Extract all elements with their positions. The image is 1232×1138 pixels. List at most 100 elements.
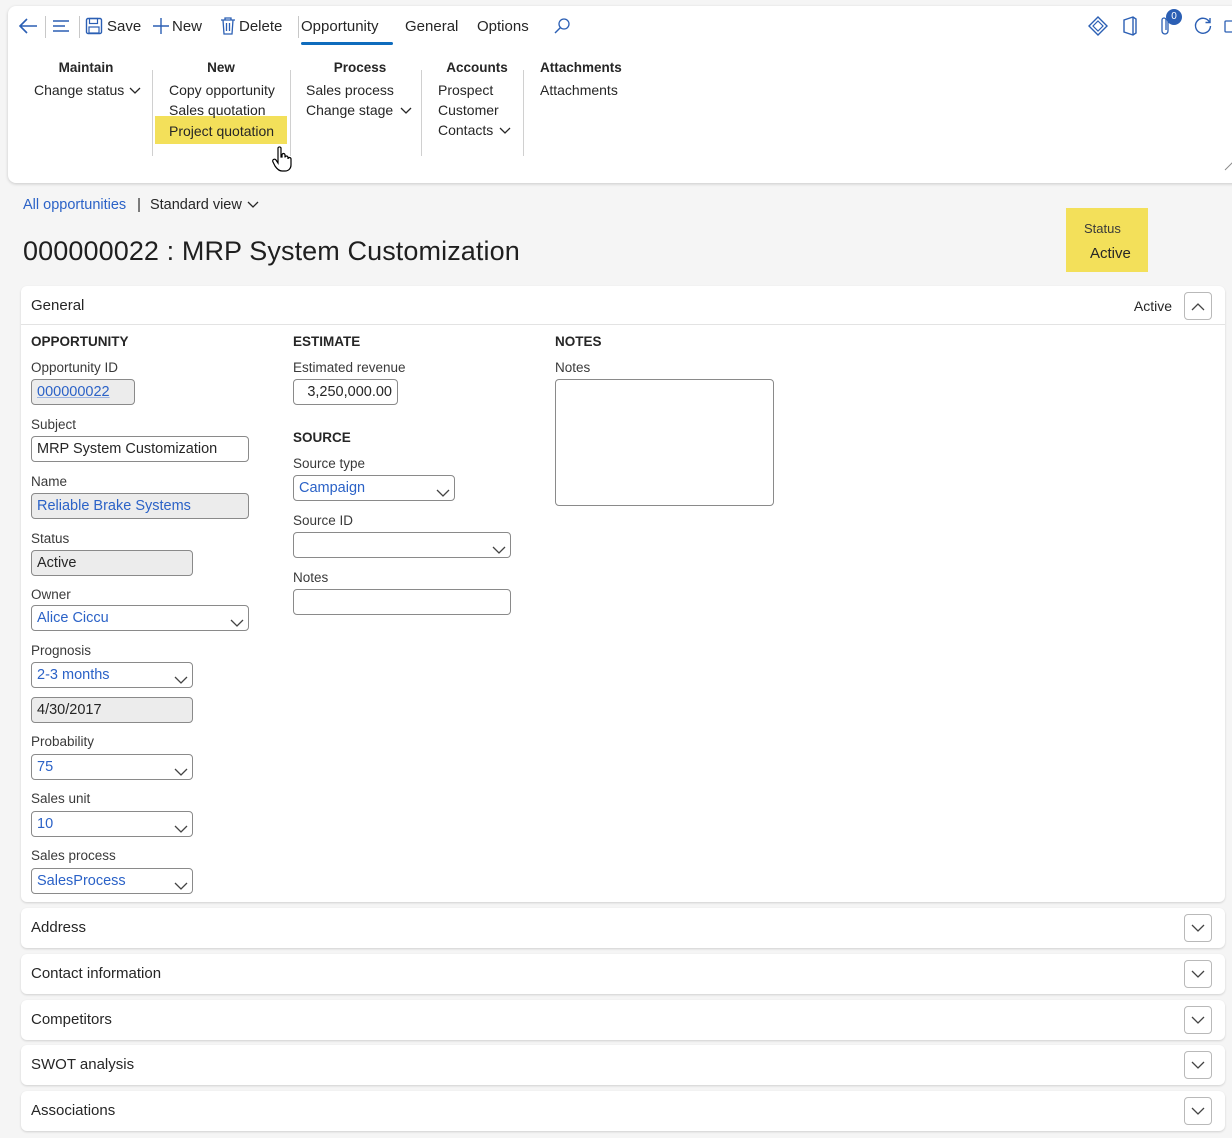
prognosis-dropdown[interactable]: 2-3 months bbox=[31, 662, 193, 688]
menu-toggle-button[interactable] bbox=[51, 14, 71, 38]
change-stage-label: Change stage bbox=[306, 102, 394, 118]
change-stage-menu[interactable]: Change stage bbox=[306, 100, 414, 120]
prognosis-value: 2-3 months bbox=[37, 667, 110, 683]
active-tab-indicator bbox=[301, 42, 393, 45]
power-apps-button[interactable] bbox=[1088, 14, 1108, 38]
source-type-dropdown[interactable]: Campaign bbox=[293, 475, 455, 501]
sales-process-value: SalesProcess bbox=[37, 873, 126, 889]
owner-dropdown[interactable]: Alice Ciccu bbox=[31, 605, 249, 631]
expand-competitors-button[interactable] bbox=[1184, 1006, 1212, 1034]
collapse-general-button[interactable] bbox=[1184, 292, 1212, 320]
notification-badge: 0 bbox=[1166, 9, 1182, 25]
status-summary: Status Active bbox=[1066, 208, 1148, 272]
group-new-title: New bbox=[207, 60, 235, 75]
office-button[interactable] bbox=[1122, 14, 1138, 38]
address-fasttab[interactable]: Address bbox=[21, 908, 1225, 948]
source-id-label: Source ID bbox=[293, 513, 354, 528]
attachments-ribbon-button[interactable]: Attachments bbox=[540, 80, 620, 100]
project-quotation-button[interactable]: Project quotation bbox=[155, 116, 287, 144]
status-summary-label: Status bbox=[1084, 221, 1121, 236]
contacts-label: Contacts bbox=[438, 122, 494, 138]
name-label: Name bbox=[31, 474, 68, 489]
source-id-dropdown[interactable] bbox=[293, 532, 511, 558]
source-notes-field[interactable] bbox=[293, 589, 511, 615]
sales-process-button[interactable]: Sales process bbox=[306, 80, 414, 100]
status-field[interactable]: Active bbox=[31, 550, 193, 576]
status-summary-value: Active bbox=[1090, 245, 1131, 262]
sales-process-dropdown[interactable]: SalesProcess bbox=[31, 868, 193, 894]
paperclip-icon: 0 bbox=[1158, 9, 1182, 37]
attachments-button[interactable]: 0 bbox=[1158, 9, 1182, 38]
name-field[interactable]: Reliable Brake Systems bbox=[31, 493, 249, 519]
source-notes-label: Notes bbox=[293, 570, 329, 585]
sales-unit-label: Sales unit bbox=[31, 791, 91, 806]
chevron-down-icon bbox=[400, 100, 412, 120]
tab-options[interactable]: Options bbox=[477, 14, 529, 38]
opportunity-id-field[interactable]: 000000022 bbox=[31, 379, 135, 405]
ribbon-divider bbox=[290, 70, 291, 156]
refresh-button[interactable] bbox=[1193, 14, 1213, 38]
opportunity-heading: OPPORTUNITY bbox=[31, 334, 129, 349]
view-selector[interactable]: Standard view bbox=[150, 197, 259, 213]
subject-field[interactable]: MRP System Customization bbox=[31, 436, 249, 462]
chevron-down-icon bbox=[1191, 1103, 1205, 1119]
prospect-button[interactable]: Prospect bbox=[438, 80, 516, 100]
new-label: New bbox=[172, 17, 203, 35]
copy-opportunity-button[interactable]: Copy opportunity bbox=[155, 80, 287, 100]
group-attachments: Attachments Attachments bbox=[540, 60, 622, 100]
expand-address-button[interactable] bbox=[1184, 914, 1212, 942]
general-fasttab-title[interactable]: General bbox=[31, 297, 84, 314]
competitors-fasttab[interactable]: Competitors bbox=[21, 1000, 1225, 1040]
group-accounts: Accounts Prospect Customer Contacts bbox=[438, 60, 516, 140]
customer-button[interactable]: Customer bbox=[438, 100, 516, 120]
collapse-ribbon-icon[interactable] bbox=[1224, 158, 1232, 174]
search-button[interactable] bbox=[553, 14, 571, 38]
group-attachments-title: Attachments bbox=[540, 60, 622, 75]
status-label: Status bbox=[31, 531, 70, 546]
estimated-revenue-label: Estimated revenue bbox=[293, 360, 406, 375]
hand-cursor-icon bbox=[272, 146, 292, 175]
associations-fasttab[interactable]: Associations bbox=[21, 1091, 1225, 1131]
search-icon bbox=[553, 17, 571, 35]
contact-information-fasttab[interactable]: Contact information bbox=[21, 954, 1225, 994]
chevron-down-icon bbox=[174, 669, 188, 687]
notes-textarea[interactable] bbox=[555, 379, 774, 506]
back-arrow-icon bbox=[18, 17, 38, 35]
group-maintain-title: Maintain bbox=[58, 60, 114, 75]
chevron-down-icon bbox=[247, 197, 259, 213]
tab-general[interactable]: General bbox=[405, 14, 458, 38]
open-new-window-button[interactable] bbox=[1224, 14, 1232, 38]
office-icon bbox=[1122, 16, 1138, 36]
chevron-up-icon bbox=[1191, 298, 1205, 314]
sales-unit-dropdown[interactable]: 10 bbox=[31, 811, 193, 837]
save-button[interactable]: Save bbox=[85, 14, 141, 38]
expand-contact-information-button[interactable] bbox=[1184, 960, 1212, 988]
change-status-label: Change status bbox=[34, 82, 125, 98]
tab-opportunity[interactable]: Opportunity bbox=[301, 14, 379, 38]
back-button[interactable] bbox=[18, 14, 38, 38]
prognosis-date-field[interactable]: 4/30/2017 bbox=[31, 697, 193, 723]
delete-button[interactable]: Delete bbox=[220, 14, 282, 38]
all-opportunities-link[interactable]: All opportunities bbox=[23, 197, 126, 213]
contacts-menu[interactable]: Contacts bbox=[438, 120, 516, 140]
estimated-revenue-field[interactable]: 3,250,000.00 bbox=[293, 379, 398, 405]
toolbar-divider bbox=[45, 16, 46, 38]
tab-opportunity-label: Opportunity bbox=[301, 17, 379, 35]
expand-swot-analysis-button[interactable] bbox=[1184, 1051, 1212, 1079]
chevron-down-icon bbox=[174, 761, 188, 779]
swot-analysis-fasttab-title: SWOT analysis bbox=[31, 1056, 135, 1073]
change-status-menu[interactable]: Change status bbox=[34, 80, 141, 100]
new-button[interactable]: New bbox=[152, 14, 202, 38]
diamond-icon bbox=[1088, 16, 1108, 36]
probability-dropdown[interactable]: 75 bbox=[31, 754, 193, 780]
hamburger-icon bbox=[51, 18, 71, 34]
delete-label: Delete bbox=[239, 17, 283, 35]
expand-associations-button[interactable] bbox=[1184, 1097, 1212, 1125]
estimate-heading: ESTIMATE bbox=[293, 334, 361, 349]
chevron-down-icon bbox=[1191, 966, 1205, 982]
swot-analysis-fasttab[interactable]: SWOT analysis bbox=[21, 1045, 1225, 1085]
subject-label: Subject bbox=[31, 417, 77, 432]
owner-label: Owner bbox=[31, 587, 71, 602]
tab-general-label: General bbox=[405, 17, 459, 35]
plus-icon bbox=[152, 17, 170, 35]
